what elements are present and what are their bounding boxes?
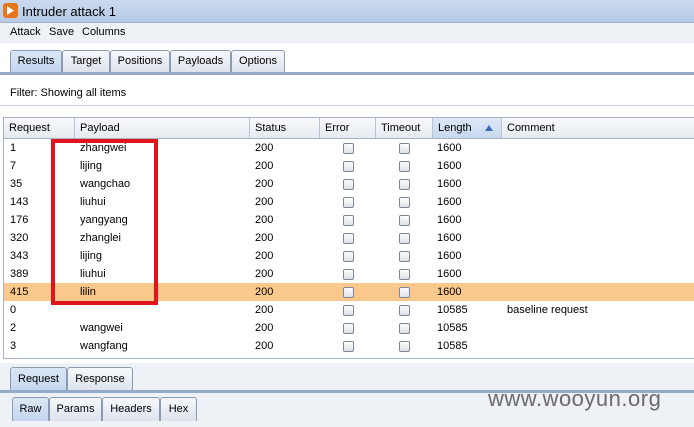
cell-length: 10585 xyxy=(437,340,468,352)
cell-request: 415 xyxy=(10,286,29,298)
cell-length: 1600 xyxy=(437,160,462,172)
cell-length: 1600 xyxy=(437,268,462,280)
tab-results[interactable]: Results xyxy=(10,50,62,72)
checkbox-timeout xyxy=(399,233,410,244)
cell-length: 1600 xyxy=(437,178,462,190)
checkbox-timeout xyxy=(399,161,410,172)
checkbox-timeout xyxy=(399,215,410,226)
checkbox-timeout xyxy=(399,251,410,262)
cell-status: 200 xyxy=(255,196,274,208)
checkbox-error xyxy=(343,305,354,316)
cell-status: 200 xyxy=(255,178,274,190)
filter-bar[interactable]: Filter: Showing all items xyxy=(0,81,694,106)
table-row[interactable]: 2 wangwei 200 10585 xyxy=(4,319,694,337)
checkbox-error xyxy=(343,341,354,352)
main-tab-strip: Results Target Positions Payloads Option… xyxy=(0,47,694,72)
column-header-comment[interactable]: Comment xyxy=(502,118,694,138)
menu-columns[interactable]: Columns xyxy=(82,26,125,38)
menu-bar: Attack Save Columns xyxy=(0,23,694,43)
tab-target[interactable]: Target xyxy=(62,50,110,72)
cell-request: 1 xyxy=(10,142,17,154)
cell-length: 1600 xyxy=(437,214,462,226)
cell-request: 7 xyxy=(10,160,17,172)
cell-length: 1600 xyxy=(437,196,462,208)
checkbox-error xyxy=(343,179,354,190)
checkbox-error xyxy=(343,161,354,172)
column-header-request[interactable]: Request xyxy=(4,118,75,138)
checkbox-error xyxy=(343,233,354,244)
sort-ascending-icon xyxy=(485,125,493,131)
checkbox-error xyxy=(343,143,354,154)
cell-request: 2 xyxy=(10,322,17,334)
cell-status: 200 xyxy=(255,340,274,352)
column-header-payload[interactable]: Payload xyxy=(75,118,250,138)
checkbox-timeout xyxy=(399,287,410,298)
cell-status: 200 xyxy=(255,142,274,154)
cell-status: 200 xyxy=(255,250,274,262)
cell-payload: wangwei xyxy=(80,322,123,334)
tab-positions[interactable]: Positions xyxy=(110,50,170,72)
cell-status: 200 xyxy=(255,160,274,172)
cell-length: 1600 xyxy=(437,142,462,154)
cell-status: 200 xyxy=(255,304,274,316)
burp-app-icon xyxy=(3,3,18,18)
checkbox-timeout xyxy=(399,143,410,154)
column-header-length-label: Length xyxy=(438,122,472,134)
checkbox-error xyxy=(343,215,354,226)
filter-text: Filter: Showing all items xyxy=(10,87,127,99)
column-header-timeout[interactable]: Timeout xyxy=(376,118,433,138)
tab-response[interactable]: Response xyxy=(67,367,133,391)
column-header-error[interactable]: Error xyxy=(320,118,376,138)
cell-request: 143 xyxy=(10,196,29,208)
cell-request: 35 xyxy=(10,178,23,190)
tab-hex[interactable]: Hex xyxy=(160,397,197,421)
cell-request: 0 xyxy=(10,304,17,316)
cell-status: 200 xyxy=(255,232,274,244)
watermark: www.wooyun.org xyxy=(488,386,662,411)
checkbox-timeout xyxy=(399,269,410,280)
column-header-status[interactable]: Status xyxy=(250,118,320,138)
cell-length: 1600 xyxy=(437,286,462,298)
cell-status: 200 xyxy=(255,214,274,226)
tab-payloads[interactable]: Payloads xyxy=(170,50,231,72)
checkbox-timeout xyxy=(399,197,410,208)
checkbox-error xyxy=(343,269,354,280)
checkbox-error xyxy=(343,287,354,298)
menu-save[interactable]: Save xyxy=(49,26,74,38)
title-bar: Intruder attack 1 xyxy=(0,0,694,23)
checkbox-error xyxy=(343,323,354,334)
cell-length: 10585 xyxy=(437,322,468,334)
tab-headers[interactable]: Headers xyxy=(102,397,160,421)
checkbox-error xyxy=(343,197,354,208)
checkbox-timeout xyxy=(399,179,410,190)
cell-status: 200 xyxy=(255,286,274,298)
cell-request: 3 xyxy=(10,340,17,352)
cell-request: 389 xyxy=(10,268,29,280)
checkbox-timeout xyxy=(399,341,410,352)
payload-highlight-box xyxy=(51,139,158,305)
cell-length: 1600 xyxy=(437,232,462,244)
cell-status: 200 xyxy=(255,322,274,334)
cell-request: 343 xyxy=(10,250,29,262)
window-title: Intruder attack 1 xyxy=(22,4,116,19)
cell-length: 1600 xyxy=(437,250,462,262)
cell-payload: wangfang xyxy=(80,340,128,352)
cell-comment: baseline request xyxy=(507,304,588,316)
tab-options[interactable]: Options xyxy=(231,50,285,72)
checkbox-timeout xyxy=(399,323,410,334)
tab-raw[interactable]: Raw xyxy=(12,397,49,421)
cell-request: 176 xyxy=(10,214,29,226)
cell-length: 10585 xyxy=(437,304,468,316)
checkbox-error xyxy=(343,251,354,262)
column-header-length[interactable]: Length xyxy=(433,118,502,138)
table-header: Request Payload Status Error Timeout Len… xyxy=(4,118,694,139)
table-row[interactable]: 3 wangfang 200 10585 xyxy=(4,337,694,355)
tab-divider xyxy=(0,72,694,75)
checkbox-timeout xyxy=(399,305,410,316)
menu-attack[interactable]: Attack xyxy=(10,26,41,38)
cell-request: 320 xyxy=(10,232,29,244)
tab-request[interactable]: Request xyxy=(10,367,67,391)
tab-params[interactable]: Params xyxy=(49,397,102,421)
cell-status: 200 xyxy=(255,268,274,280)
